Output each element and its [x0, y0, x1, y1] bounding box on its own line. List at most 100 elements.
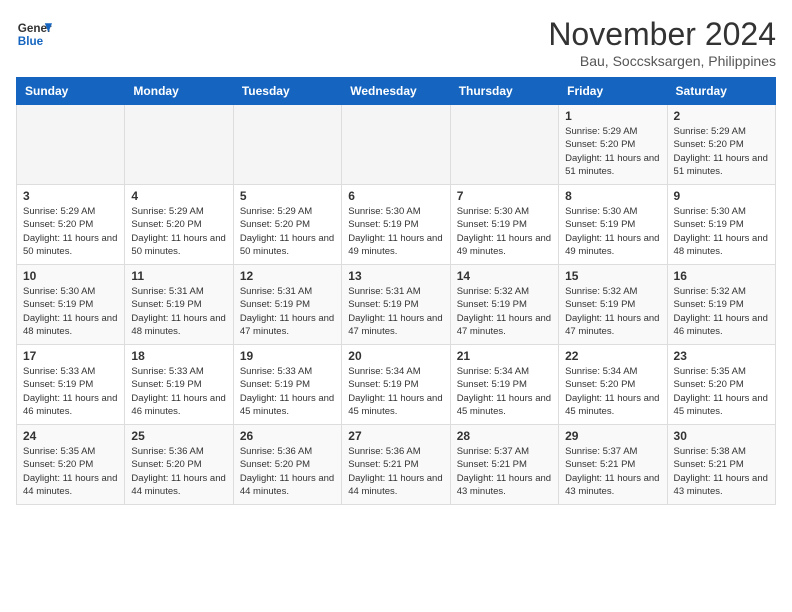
- weekday-header: Saturday: [667, 78, 775, 105]
- day-number: 1: [565, 109, 660, 123]
- calendar-cell: 30 Sunrise: 5:38 AM Sunset: 5:21 PM Dayli…: [667, 425, 775, 505]
- calendar-cell: 25Sunrise: 5:36 AM Sunset: 5:20 PM Dayli…: [125, 425, 233, 505]
- calendar-cell: 5 Sunrise: 5:29 AM Sunset: 5:20 PM Daylig…: [233, 185, 341, 265]
- month-title: November 2024: [548, 16, 776, 53]
- calendar-cell: 26 Sunrise: 5:36 AM Sunset: 5:20 PM Dayli…: [233, 425, 341, 505]
- day-number: 9: [674, 189, 769, 203]
- weekday-header: Monday: [125, 78, 233, 105]
- calendar-cell: 3 Sunrise: 5:29 AM Sunset: 5:20 PM Daylig…: [17, 185, 125, 265]
- day-info: Sunrise: 5:30 AM Sunset: 5:19 PM Dayligh…: [674, 205, 769, 258]
- day-info: Sunrise: 5:33 AM Sunset: 5:19 PM Dayligh…: [131, 365, 226, 418]
- day-number: 13: [348, 269, 443, 283]
- day-number: 14: [457, 269, 552, 283]
- weekday-header: Tuesday: [233, 78, 341, 105]
- calendar-week-row: 24 Sunrise: 5:35 AM Sunset: 5:20 PM Dayli…: [17, 425, 776, 505]
- weekday-header: Thursday: [450, 78, 558, 105]
- calendar-cell: 24 Sunrise: 5:35 AM Sunset: 5:20 PM Dayli…: [17, 425, 125, 505]
- day-info: Sunrise: 5:36 AM Sunset: 5:20 PM Dayligh…: [131, 445, 226, 498]
- day-info: Sunrise: 5:30 AM Sunset: 5:19 PM Dayligh…: [457, 205, 552, 258]
- calendar-cell: [17, 105, 125, 185]
- logo-icon: General Blue: [16, 16, 52, 52]
- calendar-cell: 6Sunrise: 5:30 AM Sunset: 5:19 PM Daylig…: [342, 185, 450, 265]
- day-number: 5: [240, 189, 335, 203]
- day-info: Sunrise: 5:32 AM Sunset: 5:19 PM Dayligh…: [565, 285, 660, 338]
- calendar-cell: 23 Sunrise: 5:35 AM Sunset: 5:20 PM Dayli…: [667, 345, 775, 425]
- day-number: 29: [565, 429, 660, 443]
- weekday-header-row: SundayMondayTuesdayWednesdayThursdayFrid…: [17, 78, 776, 105]
- day-info: Sunrise: 5:29 AM Sunset: 5:20 PM Dayligh…: [674, 125, 769, 178]
- day-info: Sunrise: 5:31 AM Sunset: 5:19 PM Dayligh…: [348, 285, 443, 338]
- day-info: Sunrise: 5:34 AM Sunset: 5:19 PM Dayligh…: [457, 365, 552, 418]
- calendar-cell: 18 Sunrise: 5:33 AM Sunset: 5:19 PM Dayli…: [125, 345, 233, 425]
- day-info: Sunrise: 5:31 AM Sunset: 5:19 PM Dayligh…: [240, 285, 335, 338]
- day-info: Sunrise: 5:32 AM Sunset: 5:19 PM Dayligh…: [457, 285, 552, 338]
- day-info: Sunrise: 5:38 AM Sunset: 5:21 PM Dayligh…: [674, 445, 769, 498]
- calendar-cell: 17Sunrise: 5:33 AM Sunset: 5:19 PM Dayli…: [17, 345, 125, 425]
- calendar-cell: 2 Sunrise: 5:29 AM Sunset: 5:20 PM Daylig…: [667, 105, 775, 185]
- day-number: 2: [674, 109, 769, 123]
- day-number: 27: [348, 429, 443, 443]
- calendar-cell: 10Sunrise: 5:30 AM Sunset: 5:19 PM Dayli…: [17, 265, 125, 345]
- calendar-cell: 16 Sunrise: 5:32 AM Sunset: 5:19 PM Dayli…: [667, 265, 775, 345]
- day-number: 23: [674, 349, 769, 363]
- calendar-cell: [125, 105, 233, 185]
- calendar-cell: 14 Sunrise: 5:32 AM Sunset: 5:19 PM Dayli…: [450, 265, 558, 345]
- day-info: Sunrise: 5:36 AM Sunset: 5:20 PM Dayligh…: [240, 445, 335, 498]
- calendar-cell: 1 Sunrise: 5:29 AM Sunset: 5:20 PM Daylig…: [559, 105, 667, 185]
- calendar: SundayMondayTuesdayWednesdayThursdayFrid…: [16, 77, 776, 505]
- calendar-cell: [342, 105, 450, 185]
- day-number: 8: [565, 189, 660, 203]
- day-number: 20: [348, 349, 443, 363]
- day-number: 10: [23, 269, 118, 283]
- svg-text:Blue: Blue: [18, 35, 44, 48]
- day-info: Sunrise: 5:33 AM Sunset: 5:19 PM Dayligh…: [240, 365, 335, 418]
- day-number: 26: [240, 429, 335, 443]
- day-info: Sunrise: 5:37 AM Sunset: 5:21 PM Dayligh…: [565, 445, 660, 498]
- day-info: Sunrise: 5:34 AM Sunset: 5:19 PM Dayligh…: [348, 365, 443, 418]
- calendar-cell: 20 Sunrise: 5:34 AM Sunset: 5:19 PM Dayli…: [342, 345, 450, 425]
- day-number: 21: [457, 349, 552, 363]
- day-info: Sunrise: 5:36 AM Sunset: 5:21 PM Dayligh…: [348, 445, 443, 498]
- day-info: Sunrise: 5:29 AM Sunset: 5:20 PM Dayligh…: [131, 205, 226, 258]
- calendar-cell: 9 Sunrise: 5:30 AM Sunset: 5:19 PM Daylig…: [667, 185, 775, 265]
- day-info: Sunrise: 5:29 AM Sunset: 5:20 PM Dayligh…: [23, 205, 118, 258]
- day-info: Sunrise: 5:29 AM Sunset: 5:20 PM Dayligh…: [240, 205, 335, 258]
- calendar-cell: 4 Sunrise: 5:29 AM Sunset: 5:20 PM Daylig…: [125, 185, 233, 265]
- calendar-week-row: 17Sunrise: 5:33 AM Sunset: 5:19 PM Dayli…: [17, 345, 776, 425]
- weekday-header: Friday: [559, 78, 667, 105]
- day-info: Sunrise: 5:35 AM Sunset: 5:20 PM Dayligh…: [674, 365, 769, 418]
- day-info: Sunrise: 5:35 AM Sunset: 5:20 PM Dayligh…: [23, 445, 118, 498]
- location: Bau, Soccsksargen, Philippines: [548, 53, 776, 69]
- day-info: Sunrise: 5:34 AM Sunset: 5:20 PM Dayligh…: [565, 365, 660, 418]
- calendar-week-row: 3 Sunrise: 5:29 AM Sunset: 5:20 PM Daylig…: [17, 185, 776, 265]
- calendar-cell: 12 Sunrise: 5:31 AM Sunset: 5:19 PM Dayli…: [233, 265, 341, 345]
- day-number: 15: [565, 269, 660, 283]
- day-info: Sunrise: 5:31 AM Sunset: 5:19 PM Dayligh…: [131, 285, 226, 338]
- weekday-header: Sunday: [17, 78, 125, 105]
- day-number: 7: [457, 189, 552, 203]
- calendar-cell: 7 Sunrise: 5:30 AM Sunset: 5:19 PM Daylig…: [450, 185, 558, 265]
- calendar-cell: 8 Sunrise: 5:30 AM Sunset: 5:19 PM Daylig…: [559, 185, 667, 265]
- calendar-cell: 21 Sunrise: 5:34 AM Sunset: 5:19 PM Dayli…: [450, 345, 558, 425]
- day-number: 16: [674, 269, 769, 283]
- day-number: 4: [131, 189, 226, 203]
- day-info: Sunrise: 5:32 AM Sunset: 5:19 PM Dayligh…: [674, 285, 769, 338]
- day-info: Sunrise: 5:33 AM Sunset: 5:19 PM Dayligh…: [23, 365, 118, 418]
- day-number: 12: [240, 269, 335, 283]
- day-number: 18: [131, 349, 226, 363]
- calendar-cell: 27 Sunrise: 5:36 AM Sunset: 5:21 PM Dayli…: [342, 425, 450, 505]
- calendar-cell: 22Sunrise: 5:34 AM Sunset: 5:20 PM Dayli…: [559, 345, 667, 425]
- day-info: Sunrise: 5:37 AM Sunset: 5:21 PM Dayligh…: [457, 445, 552, 498]
- calendar-cell: [450, 105, 558, 185]
- day-info: Sunrise: 5:30 AM Sunset: 5:19 PM Dayligh…: [348, 205, 443, 258]
- day-info: Sunrise: 5:30 AM Sunset: 5:19 PM Dayligh…: [565, 205, 660, 258]
- calendar-cell: 29 Sunrise: 5:37 AM Sunset: 5:21 PM Dayli…: [559, 425, 667, 505]
- day-info: Sunrise: 5:29 AM Sunset: 5:20 PM Dayligh…: [565, 125, 660, 178]
- day-number: 28: [457, 429, 552, 443]
- weekday-header: Wednesday: [342, 78, 450, 105]
- day-number: 24: [23, 429, 118, 443]
- day-number: 3: [23, 189, 118, 203]
- calendar-cell: 19Sunrise: 5:33 AM Sunset: 5:19 PM Dayli…: [233, 345, 341, 425]
- calendar-cell: [233, 105, 341, 185]
- day-number: 30: [674, 429, 769, 443]
